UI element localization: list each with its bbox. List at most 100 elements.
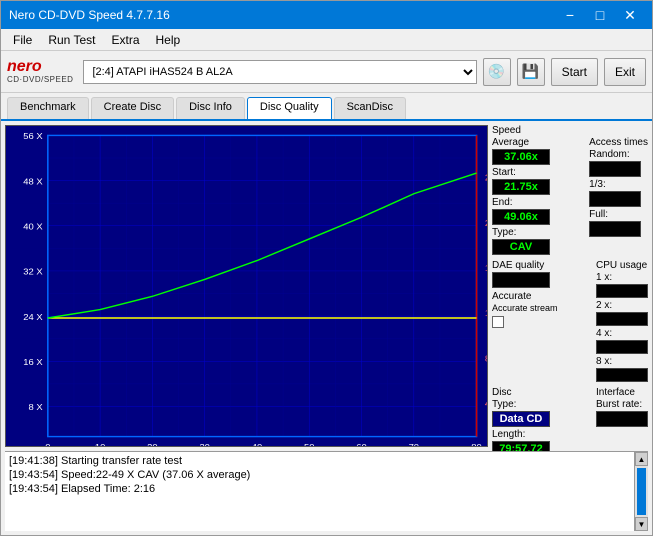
log-area: [19:41:38] Starting transfer rate test [… xyxy=(5,451,648,531)
svg-text:30: 30 xyxy=(199,442,209,446)
tab-disc-quality[interactable]: Disc Quality xyxy=(247,97,332,119)
speed-section: Speed Average 37.06x Start: 21.75x End: … xyxy=(492,125,648,258)
svg-text:8 X: 8 X xyxy=(28,403,42,412)
drive-selector[interactable]: [2:4] ATAPI iHAS524 B AL2A xyxy=(83,60,476,84)
drive-icon-button[interactable]: 💿 xyxy=(483,58,511,86)
menu-help[interactable]: Help xyxy=(148,29,189,50)
tab-disc-info[interactable]: Disc Info xyxy=(176,97,245,119)
svg-text:70: 70 xyxy=(409,442,419,446)
cpu-x1-value xyxy=(596,284,648,298)
dae-value xyxy=(492,272,550,288)
disc-length-value: 79:57.72 xyxy=(492,441,550,451)
log-line-3: [19:43:54] Elapsed Time: 2:16 xyxy=(7,482,630,496)
accurate-label: Accurate xyxy=(492,291,558,302)
disc-col: Disc Type: Data CD Length: 79:57.72 xyxy=(492,387,550,451)
average-label: Average xyxy=(492,137,550,148)
menu-extra[interactable]: Extra xyxy=(103,29,147,50)
log-scroll-up[interactable]: ▲ xyxy=(635,452,648,466)
save-icon-button[interactable]: 💾 xyxy=(517,58,545,86)
disc-type-value: Data CD xyxy=(492,411,550,427)
chart-area: 56 X 48 X 40 X 32 X 24 X 16 X 8 X 24 20 … xyxy=(5,125,488,447)
log-scrollbar[interactable]: ▲ ▼ xyxy=(634,452,648,531)
svg-text:4: 4 xyxy=(485,399,487,408)
svg-text:32 X: 32 X xyxy=(23,267,42,276)
type-value: CAV xyxy=(492,239,550,255)
minimize-button[interactable]: − xyxy=(556,5,584,25)
svg-text:40 X: 40 X xyxy=(23,222,42,231)
nero-logo-text: nero xyxy=(7,59,42,75)
toolbar: nero CD·DVD/SPEED [2:4] ATAPI iHAS524 B … xyxy=(1,51,652,93)
svg-text:24: 24 xyxy=(485,173,487,182)
start-label: Start: xyxy=(492,167,550,178)
random-label: Random: xyxy=(589,149,648,160)
cpu-x8-label: 8 x: xyxy=(596,356,648,367)
dae-col: DAE quality Accurate Accurate stream xyxy=(492,260,558,328)
title-bar: Nero CD-DVD Speed 4.7.7.16 − □ ✕ xyxy=(1,1,652,29)
disc-type-sublabel: Type: xyxy=(492,399,550,410)
svg-text:56 X: 56 X xyxy=(23,132,42,141)
svg-text:20: 20 xyxy=(485,218,487,227)
tab-benchmark[interactable]: Benchmark xyxy=(7,97,89,119)
svg-text:16 X: 16 X xyxy=(23,357,42,366)
access-col: Access times Random: 1/3: Full: xyxy=(589,137,648,239)
tab-bar: Benchmark Create Disc Disc Info Disc Qua… xyxy=(1,93,652,121)
speed-left-col: Average 37.06x Start: 21.75x End: 49.06x… xyxy=(492,137,550,255)
svg-text:0: 0 xyxy=(45,442,50,446)
random-value xyxy=(589,161,641,177)
log-scroll-down[interactable]: ▼ xyxy=(635,517,648,531)
full-label: Full: xyxy=(589,209,648,220)
cpu-x4-value xyxy=(596,340,648,354)
svg-text:16: 16 xyxy=(485,263,487,272)
svg-text:40: 40 xyxy=(252,442,262,446)
svg-text:80: 80 xyxy=(471,442,481,446)
onethird-value xyxy=(589,191,641,207)
accurate-stream-label: Accurate stream xyxy=(492,303,558,313)
accurate-stream-checkbox[interactable] xyxy=(492,316,504,328)
app-window: Nero CD-DVD Speed 4.7.7.16 − □ ✕ File Ru… xyxy=(0,0,653,536)
cpu-x4-label: 4 x: xyxy=(596,328,648,339)
close-button[interactable]: ✕ xyxy=(616,5,644,25)
svg-text:24 X: 24 X xyxy=(23,312,42,321)
log-line-2: [19:43:54] Speed:22-49 X CAV (37.06 X av… xyxy=(7,468,630,482)
type-label: Type: xyxy=(492,227,550,238)
cpu-x8-value xyxy=(596,368,648,382)
maximize-button[interactable]: □ xyxy=(586,5,614,25)
nero-logo: nero CD·DVD/SPEED xyxy=(7,59,73,84)
tab-create-disc[interactable]: Create Disc xyxy=(91,97,174,119)
burst-label: Burst rate: xyxy=(596,399,648,410)
content-wrapper: Benchmark Create Disc Disc Info Disc Qua… xyxy=(1,93,652,535)
access-title: Access times xyxy=(589,137,648,148)
title-controls: − □ ✕ xyxy=(556,5,644,25)
burst-value xyxy=(596,411,648,427)
tab-scan-disc[interactable]: ScanDisc xyxy=(334,97,406,119)
end-value: 49.06x xyxy=(492,209,550,225)
menu-file[interactable]: File xyxy=(5,29,40,50)
svg-text:8: 8 xyxy=(485,354,487,363)
svg-text:12: 12 xyxy=(485,309,487,318)
svg-text:60: 60 xyxy=(356,442,366,446)
menu-bar: File Run Test Extra Help xyxy=(1,29,652,51)
chart-svg: 56 X 48 X 40 X 32 X 24 X 16 X 8 X 24 20 … xyxy=(6,126,487,446)
log-line-1: [19:41:38] Starting transfer rate test xyxy=(7,454,630,468)
accurate-stream-row xyxy=(492,316,558,328)
exit-button[interactable]: Exit xyxy=(604,58,646,86)
interface-col: Interface Burst rate: xyxy=(596,387,648,427)
cpu-title: CPU usage xyxy=(596,260,648,271)
interface-title: Interface xyxy=(596,387,648,398)
right-panel: Speed Average 37.06x Start: 21.75x End: … xyxy=(492,121,652,451)
disc-length-label: Length: xyxy=(492,429,550,440)
cpu-x2-value xyxy=(596,312,648,326)
speed-title: Speed xyxy=(492,125,648,136)
menu-run-test[interactable]: Run Test xyxy=(40,29,103,50)
cpu-col: CPU usage 1 x: 2 x: 4 x: 8 x: xyxy=(596,260,648,382)
start-button[interactable]: Start xyxy=(551,58,598,86)
chart-and-panel: 56 X 48 X 40 X 32 X 24 X 16 X 8 X 24 20 … xyxy=(1,121,652,451)
disc-interface-row: Disc Type: Data CD Length: 79:57.72 Inte… xyxy=(492,387,648,451)
dae-title: DAE quality xyxy=(492,260,558,271)
dae-cpu-row: DAE quality Accurate Accurate stream CPU… xyxy=(492,260,648,382)
end-label: End: xyxy=(492,197,550,208)
svg-text:20: 20 xyxy=(147,442,157,446)
svg-text:50: 50 xyxy=(304,442,314,446)
log-scroll-thumb[interactable] xyxy=(637,468,646,515)
log-content: [19:41:38] Starting transfer rate test [… xyxy=(7,454,646,496)
